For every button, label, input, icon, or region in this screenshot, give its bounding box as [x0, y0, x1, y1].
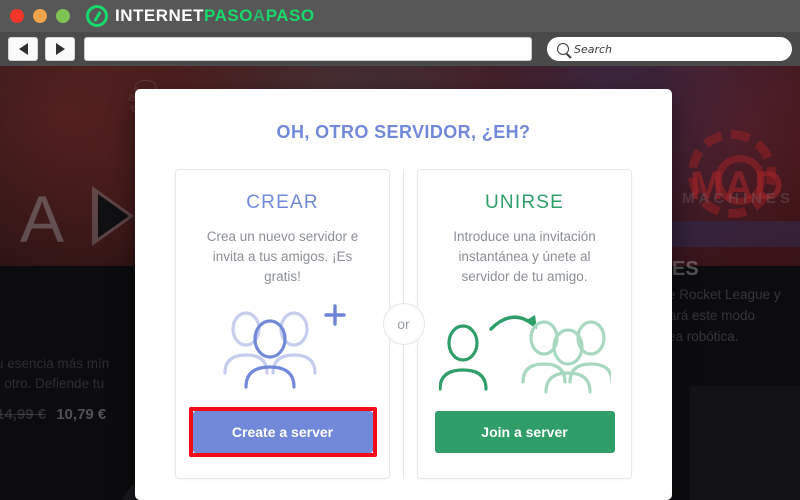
address-bar-input[interactable]	[84, 37, 532, 61]
create-a-server-button[interactable]: Create a server	[192, 411, 373, 453]
bg-price-discounted: 10,79 €	[56, 406, 107, 423]
modal-title: OH, OTRO SERVIDOR, ¿EH?	[276, 122, 531, 142]
logo-text-a: A	[252, 6, 266, 25]
three-people-plus-icon	[222, 304, 346, 389]
close-window-button[interactable]	[10, 9, 24, 23]
logo-text-internet: INTERNET	[115, 6, 204, 25]
back-button[interactable]	[8, 37, 38, 61]
bg-decorative-card	[690, 386, 800, 500]
bg-price-original: 14,99 €	[0, 406, 47, 423]
join-server-cta-slot: Join a server	[431, 407, 619, 457]
join-a-server-button[interactable]: Join a server	[434, 411, 615, 453]
chevron-left-icon	[18, 43, 28, 55]
create-server-card[interactable]: CREAR Crea un nuevo servidor e invita a …	[175, 169, 390, 479]
server-choice-modal: OH, OTRO SERVIDOR, ¿EH? CREAR Crea un nu…	[135, 89, 672, 500]
window-controls	[10, 9, 70, 23]
create-server-highlight: Create a server	[188, 407, 377, 457]
logo-text-paso1: PASO	[204, 6, 253, 25]
bg-glyph-letter: A	[20, 182, 65, 256]
bg-right-desc-line3: pelea robótica.	[650, 329, 739, 344]
chevron-right-icon	[55, 43, 65, 55]
bg-right-game-description: s de Rocket League y antará este modo pe…	[650, 284, 800, 347]
browser-toolbar: Search	[0, 32, 800, 66]
join-card-heading: UNIRSE	[485, 192, 564, 213]
search-icon	[557, 43, 569, 55]
site-logo[interactable]: INTERNETPASOAPASO	[86, 5, 315, 27]
search-input-placeholder: Search	[574, 42, 613, 56]
logo-mark-icon	[86, 5, 108, 27]
logo-text-paso2: PASO	[265, 6, 315, 25]
join-server-card[interactable]: UNIRSE Introduce una invitación instantá…	[417, 169, 632, 479]
bg-right-desc-line1: s de Rocket League y	[650, 287, 781, 302]
bg-play-glyph-icon	[92, 186, 134, 246]
join-card-description: Introduce una invitación instantánea y ú…	[453, 229, 596, 284]
mad-machines-art-subword: MACHINES	[682, 190, 795, 207]
browser-titlebar: INTERNETPASOAPASO	[0, 0, 800, 32]
or-divider-line-bottom	[403, 345, 404, 479]
join-card-illustration	[436, 291, 613, 403]
bg-left-game-title: rth	[0, 326, 1, 349]
zoom-window-button[interactable]	[56, 9, 70, 23]
create-card-heading: CREAR	[246, 192, 319, 213]
minimize-window-button[interactable]	[33, 9, 47, 23]
person-arrow-group-icon	[438, 315, 611, 394]
create-card-illustration	[194, 291, 371, 403]
modal-cards: CREAR Crea un nuevo servidor e invita a …	[135, 169, 672, 479]
logo-text: INTERNETPASOAPASO	[115, 6, 315, 26]
forward-button[interactable]	[45, 37, 75, 61]
bg-left-game-price: 14,99 € 10,79 €	[0, 406, 106, 423]
screen-root: ☠ A MAD MACHINES rth a su esencia más mí…	[0, 0, 800, 500]
or-divider-line-top	[403, 169, 404, 303]
search-box[interactable]: Search	[547, 37, 792, 61]
create-card-description: Crea un nuevo servidor e invita a tus am…	[206, 229, 359, 284]
bg-right-desc-line2: antará este modo	[650, 308, 756, 323]
